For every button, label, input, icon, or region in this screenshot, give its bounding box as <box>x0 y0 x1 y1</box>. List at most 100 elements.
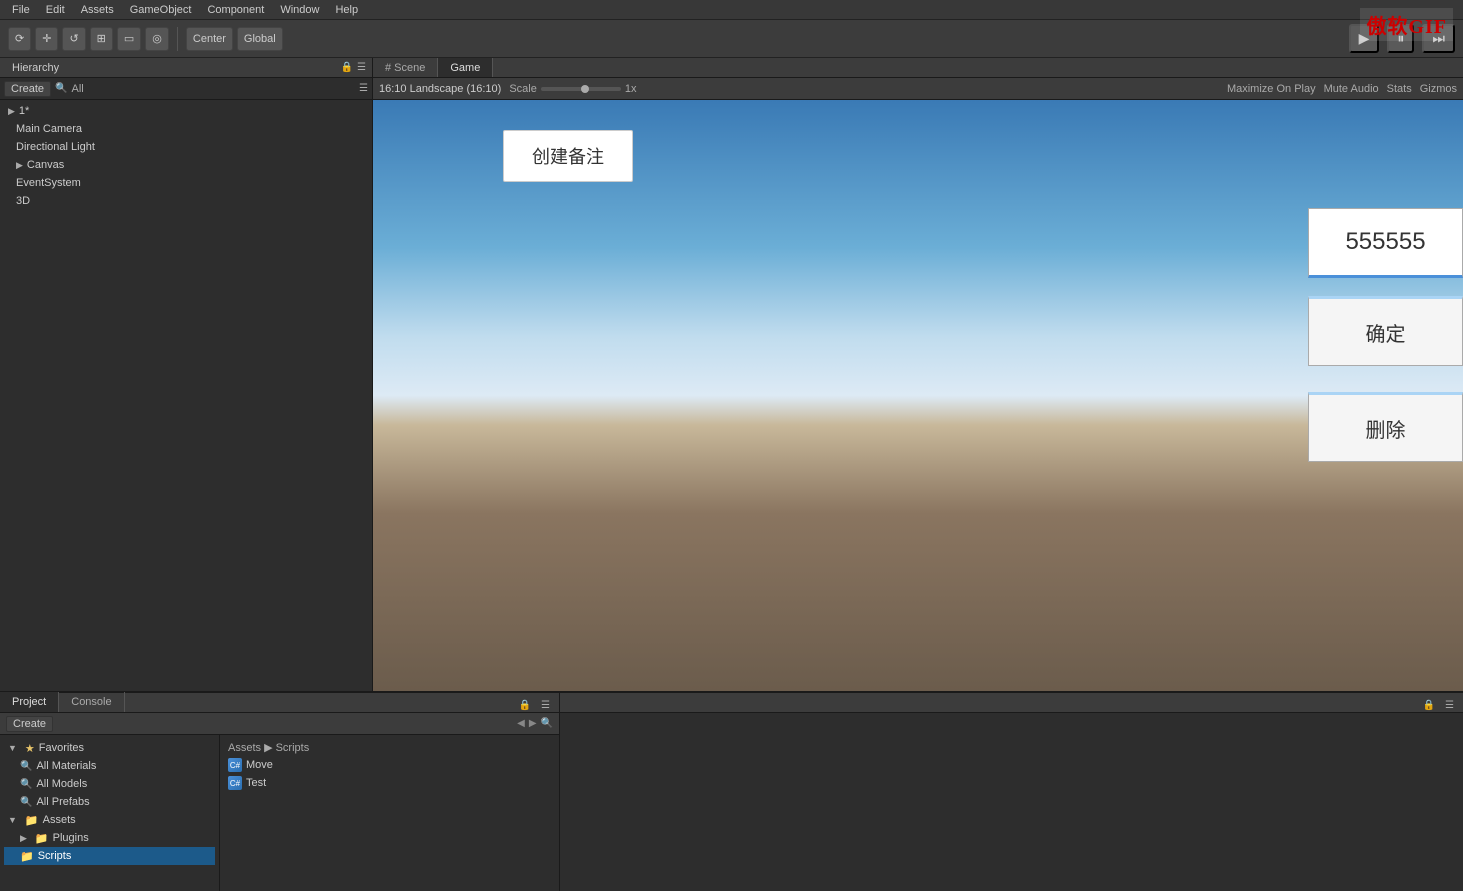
console-content <box>560 713 1463 891</box>
scale-slider[interactable] <box>541 87 621 91</box>
favorites-group[interactable]: ▼ ★ Favorites <box>4 739 215 757</box>
hierarchy-tab[interactable]: Hierarchy <box>6 60 65 76</box>
toolbar-undo-btn[interactable]: ⟳ <box>8 27 31 51</box>
plugins-label: Plugins <box>53 832 89 844</box>
menu-component[interactable]: Component <box>199 2 272 18</box>
script-move[interactable]: C# Move <box>224 756 555 774</box>
assets-scripts[interactable]: 📁 Scripts <box>4 847 215 865</box>
create-note-button[interactable]: 创建备注 <box>503 130 633 182</box>
scene-tabs: # Scene Game <box>373 58 1463 78</box>
search-materials-icon: 🔍 <box>20 761 32 772</box>
project-breadcrumb: Assets ▶ Scripts <box>224 739 555 756</box>
script-test-icon: C# <box>228 776 242 790</box>
global-button[interactable]: Global <box>237 27 283 51</box>
toolbar-rotate-btn[interactable]: ↺ <box>62 27 85 51</box>
console-tab[interactable]: Console <box>59 692 124 712</box>
hierarchy-create-btn[interactable]: Create <box>4 81 51 97</box>
scale-value: 1x <box>625 83 637 95</box>
project-search-icon[interactable]: 🔍 <box>541 718 553 729</box>
menu-window[interactable]: Window <box>272 2 327 18</box>
assets-plugins[interactable]: ▶ 📁 Plugins <box>4 829 215 847</box>
game-viewport: 创建备注 555555 确定 删除 <box>373 100 1463 691</box>
menu-gameobject[interactable]: GameObject <box>122 2 200 18</box>
center-button[interactable]: Center <box>186 27 233 51</box>
scene-area: # Scene Game 16:10 Landscape (16:10) Sca… <box>373 58 1463 691</box>
bottom-tabs: Project Console 🔒 ☰ <box>0 693 559 713</box>
toolbar-move-btn[interactable]: ✛ <box>35 27 58 51</box>
scale-thumb <box>581 85 589 93</box>
hierarchy-scene-root[interactable]: ▶ 1* <box>0 102 372 120</box>
all-models-label: All Models <box>36 778 87 790</box>
hierarchy-item-directional-light[interactable]: Directional Light <box>0 138 372 156</box>
scene-tab[interactable]: # Scene <box>373 58 438 77</box>
hierarchy-controls: 🔒 ☰ <box>341 62 366 73</box>
favorites-all-models[interactable]: 🔍 All Models <box>4 775 215 793</box>
stats-btn[interactable]: Stats <box>1387 83 1412 95</box>
canvas-label: Canvas <box>27 159 64 171</box>
project-toolbar: Create ◀ ▶ 🔍 <box>0 713 559 735</box>
favorites-all-prefabs[interactable]: 🔍 All Prefabs <box>4 793 215 811</box>
toolbar-transform-btn[interactable]: ◎ <box>145 27 169 51</box>
project-tab[interactable]: Project <box>0 692 59 712</box>
project-forward-icon[interactable]: ▶ <box>529 718 537 729</box>
expand-arrow-canvas: ▶ <box>16 160 23 171</box>
hierarchy-item-eventsystem[interactable]: EventSystem <box>0 174 372 192</box>
favorites-all-materials[interactable]: 🔍 All Materials <box>4 757 215 775</box>
hierarchy-menu-icon[interactable]: ☰ <box>357 62 366 73</box>
hierarchy-toolbar: Create 🔍 All ☰ <box>0 78 372 100</box>
hierarchy-content: ▶ 1* Main Camera Directional Light ▶ Can… <box>0 100 372 691</box>
confirm-button[interactable]: 确定 <box>1308 296 1463 366</box>
center-label: Center <box>193 33 226 45</box>
console-menu-icon[interactable]: ☰ <box>1442 699 1457 712</box>
expand-arrow-root: ▶ <box>8 106 15 117</box>
aspect-selector[interactable]: 16:10 Landscape (16:10) <box>379 83 501 95</box>
favorites-star-icon: ★ <box>25 742 35 755</box>
assets-expand-icon: ▼ <box>8 815 17 825</box>
menu-edit[interactable]: Edit <box>38 2 73 18</box>
maximize-on-play-btn[interactable]: Maximize On Play <box>1227 83 1316 95</box>
separator-1 <box>177 27 178 51</box>
script-test[interactable]: C# Test <box>224 774 555 792</box>
scripts-label: Scripts <box>38 850 72 862</box>
hierarchy-item-3d[interactable]: 3D <box>0 192 372 210</box>
script-test-label: Test <box>246 777 266 789</box>
bottom-panel-menu-icon[interactable]: ☰ <box>538 699 553 712</box>
toolbar: ⟳ ✛ ↺ ⊞ ▭ ◎ Center Global ▶ ⏸ ⏭ <box>0 20 1463 58</box>
project-tree: ▼ ★ Favorites 🔍 All Materials 🔍 All Mode… <box>0 735 220 891</box>
console-lock-icon[interactable]: 🔒 <box>1420 699 1438 712</box>
assets-group[interactable]: ▼ 📁 Assets <box>4 811 215 829</box>
script-move-icon: C# <box>228 758 242 772</box>
menu-help[interactable]: Help <box>327 2 366 18</box>
toolbar-rect-btn[interactable]: ▭ <box>117 27 141 51</box>
main-area: Hierarchy 🔒 ☰ Create 🔍 All ☰ ▶ 1* Main C… <box>0 58 1463 691</box>
mute-audio-btn[interactable]: Mute Audio <box>1324 83 1379 95</box>
all-materials-label: All Materials <box>36 760 96 772</box>
search-prefabs-icon: 🔍 <box>20 797 32 808</box>
favorites-expand-icon: ▼ <box>8 743 17 753</box>
project-content: ▼ ★ Favorites 🔍 All Materials 🔍 All Mode… <box>0 735 559 891</box>
favorites-label: Favorites <box>39 742 84 754</box>
gizmos-btn[interactable]: Gizmos <box>1420 83 1457 95</box>
assets-folder-icon: 📁 <box>25 814 39 827</box>
search-icon: 🔍 <box>55 83 67 94</box>
menu-file[interactable]: File <box>4 2 38 18</box>
console-panel: 🔒 ☰ <box>560 693 1463 891</box>
hierarchy-list-icon[interactable]: ☰ <box>359 83 368 94</box>
bottom-area: Project Console 🔒 ☰ Create ◀ ▶ 🔍 ▼ ★ <box>0 691 1463 891</box>
hierarchy-header: Hierarchy 🔒 ☰ <box>0 58 372 78</box>
bottom-panel-lock-icon[interactable]: 🔒 <box>516 699 534 712</box>
scale-area: Scale 1x <box>509 83 636 95</box>
project-create-btn[interactable]: Create <box>6 716 53 732</box>
global-label: Global <box>244 33 276 45</box>
scripts-folder-icon: 📁 <box>20 850 34 863</box>
game-tab[interactable]: Game <box>438 58 493 77</box>
project-back-icon[interactable]: ◀ <box>517 718 525 729</box>
hierarchy-lock-icon[interactable]: 🔒 <box>341 62 353 73</box>
project-scripts-view: Assets ▶ Scripts C# Move C# Test <box>220 735 559 891</box>
toolbar-scale-btn[interactable]: ⊞ <box>90 27 113 51</box>
menu-assets[interactable]: Assets <box>73 2 122 18</box>
3d-label: 3D <box>16 195 30 207</box>
hierarchy-item-canvas[interactable]: ▶ Canvas <box>0 156 372 174</box>
delete-button[interactable]: 删除 <box>1308 392 1463 462</box>
hierarchy-item-main-camera[interactable]: Main Camera <box>0 120 372 138</box>
